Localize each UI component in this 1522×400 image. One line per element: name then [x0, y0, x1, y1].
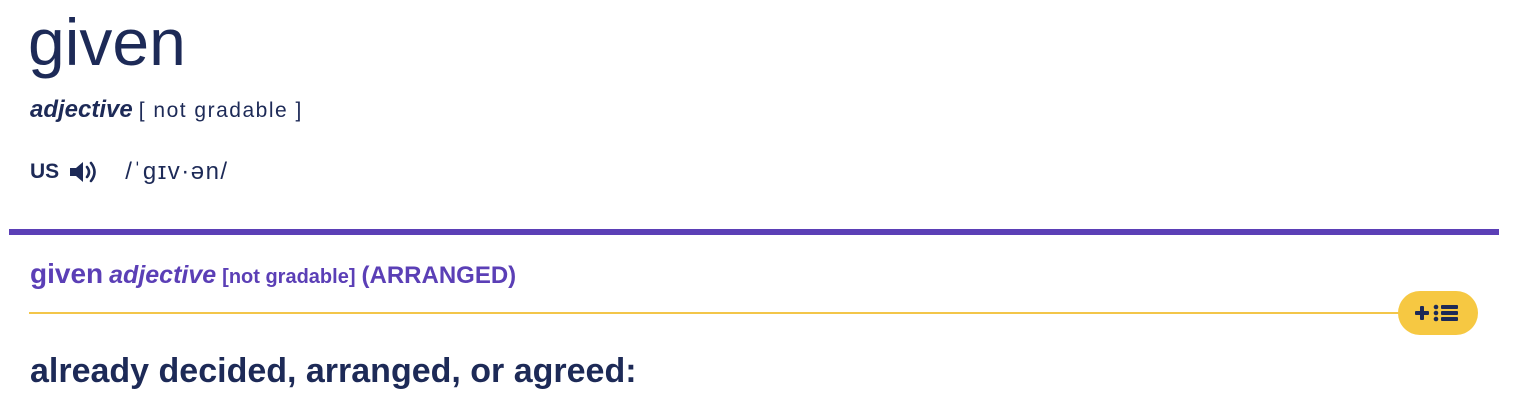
definition-text: already decided, arranged, or agreed:	[30, 352, 637, 390]
sense-guideword: (ARRANGED)	[361, 262, 517, 289]
region-label: US	[30, 160, 60, 183]
entry-divider	[9, 229, 1499, 235]
part-of-speech-line: adjective[ not gradable ]	[30, 94, 303, 127]
headword: given	[28, 5, 186, 79]
part-of-speech: adjective	[30, 96, 133, 123]
sense-divider	[29, 312, 1409, 314]
sense-grammar-label: [not gradable]	[222, 266, 356, 288]
sense-headword: given	[30, 258, 104, 289]
sense-part-of-speech: adjective	[109, 261, 217, 289]
add-to-word-list-button[interactable]	[1398, 291, 1478, 335]
plus-list-icon	[1415, 304, 1458, 322]
pronunciation-line: US /ˈɡɪv·ən/	[30, 154, 229, 190]
speaker-icon[interactable]	[67, 157, 101, 187]
sense-header: given adjective [not gradable] (ARRANGED)	[30, 254, 516, 299]
grammar-label: [ not gradable ]	[138, 99, 303, 122]
ipa-pronunciation: /ˈɡɪv·ən/	[125, 158, 229, 185]
